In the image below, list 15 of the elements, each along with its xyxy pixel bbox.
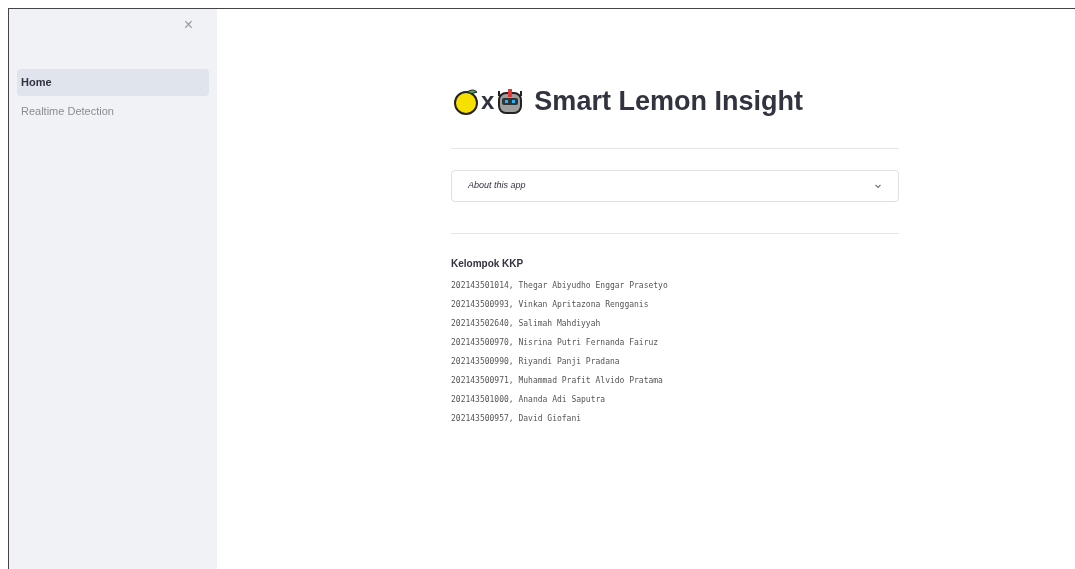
member-line: 202143502640, Salimah Mahdiyyah — [451, 318, 602, 328]
member-line: 202143500957, David Giofani — [451, 413, 583, 423]
member-line: 202143500990, Riyandi Panji Pradana — [451, 356, 621, 366]
lemon-icon — [453, 87, 479, 116]
member-line: 202143501014, Thegar Abiyudho Enggar Prasetyo — [451, 280, 669, 290]
team-heading: Kelompok KKP — [451, 256, 525, 271]
member-line: 202143501000, Ananda Adi Saputra — [451, 394, 607, 404]
robot-icon — [496, 87, 525, 116]
member-line: 202143500993, Vinkan Apritazona Rengganis — [451, 299, 650, 309]
about-expander[interactable]: About this app — [451, 169, 899, 202]
member-line: 202143500970, Nisrina Putri Fernanda Fairuz — [451, 337, 660, 347]
nav-item[interactable]: Home — [17, 69, 209, 96]
member-line: 202143500971, Muhammad Prafit Alvido Pratama — [451, 375, 664, 385]
page-title: Smart Lemon Insight — [534, 85, 803, 118]
title-joiner: x — [481, 86, 495, 117]
